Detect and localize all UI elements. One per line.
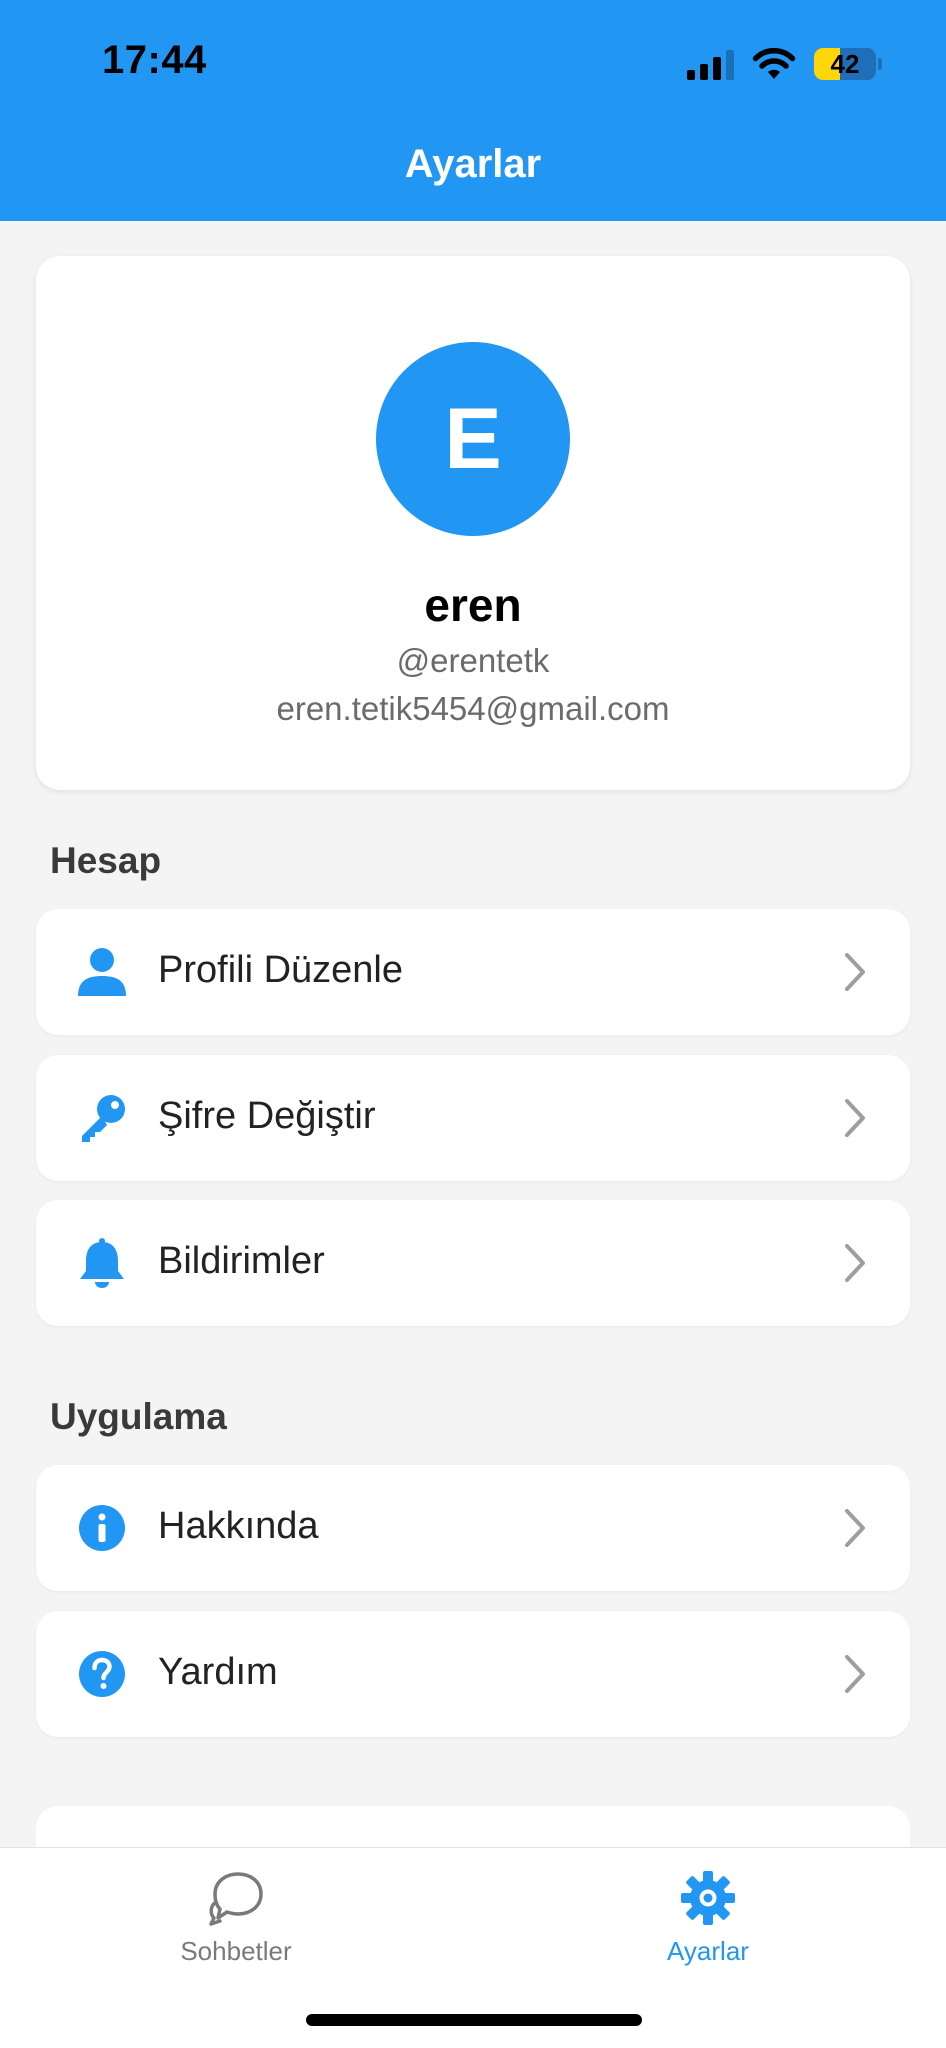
chat-bubble-icon — [209, 1872, 263, 1926]
settings-item-edit-profile[interactable]: Profili Düzenle — [36, 909, 910, 1035]
chevron-right-icon — [845, 1509, 865, 1547]
app-header: 17:44 42 Ayarlar — [0, 0, 946, 221]
key-icon — [76, 1092, 128, 1144]
home-indicator — [306, 2014, 642, 2026]
status-time: 17:44 — [102, 38, 207, 82]
settings-item-notifications[interactable]: Bildirimler — [36, 1200, 910, 1326]
person-icon — [76, 946, 128, 998]
page-title: Ayarlar — [404, 142, 542, 186]
cellular-signal-icon — [687, 48, 734, 80]
settings-item-label: Hakkında — [158, 1505, 319, 1547]
tab-chats[interactable]: Sohbetler — [136, 1868, 336, 1967]
chevron-right-icon — [845, 1244, 865, 1282]
avatar[interactable]: E — [376, 342, 570, 536]
settings-item-label: Şifre Değiştir — [158, 1095, 376, 1137]
settings-item-label: Yardım — [158, 1651, 278, 1693]
battery-level: 42 — [830, 48, 860, 79]
settings-item-about[interactable]: Hakkında — [36, 1465, 910, 1591]
tab-label: Sohbetler — [180, 1936, 292, 1966]
section-title-app: Uygulama — [50, 1396, 227, 1437]
settings-item-label: Bildirimler — [158, 1240, 325, 1282]
profile-username: @erentetk — [396, 642, 550, 679]
info-icon — [76, 1502, 128, 1554]
wifi-icon — [752, 48, 796, 79]
tab-settings[interactable]: Ayarlar — [608, 1868, 808, 1967]
help-icon — [76, 1648, 128, 1700]
battery-icon: 42 — [814, 48, 876, 80]
gear-icon — [681, 1871, 735, 1925]
status-icons: 42 — [687, 44, 882, 84]
profile-email: eren.tetik5454@gmail.com — [276, 690, 670, 727]
profile-card: E eren @erentetk eren.tetik5454@gmail.co… — [36, 256, 910, 790]
bell-icon — [76, 1237, 128, 1289]
tab-label: Ayarlar — [667, 1936, 749, 1966]
settings-item-label: Profili Düzenle — [158, 949, 403, 991]
chevron-right-icon — [845, 953, 865, 991]
section-title-account: Hesap — [50, 840, 162, 881]
settings-item-change-password[interactable]: Şifre Değiştir — [36, 1055, 910, 1181]
chevron-right-icon — [845, 1655, 865, 1693]
profile-name: eren — [424, 579, 522, 631]
settings-item-help[interactable]: Yardım — [36, 1611, 910, 1737]
chevron-right-icon — [845, 1099, 865, 1137]
